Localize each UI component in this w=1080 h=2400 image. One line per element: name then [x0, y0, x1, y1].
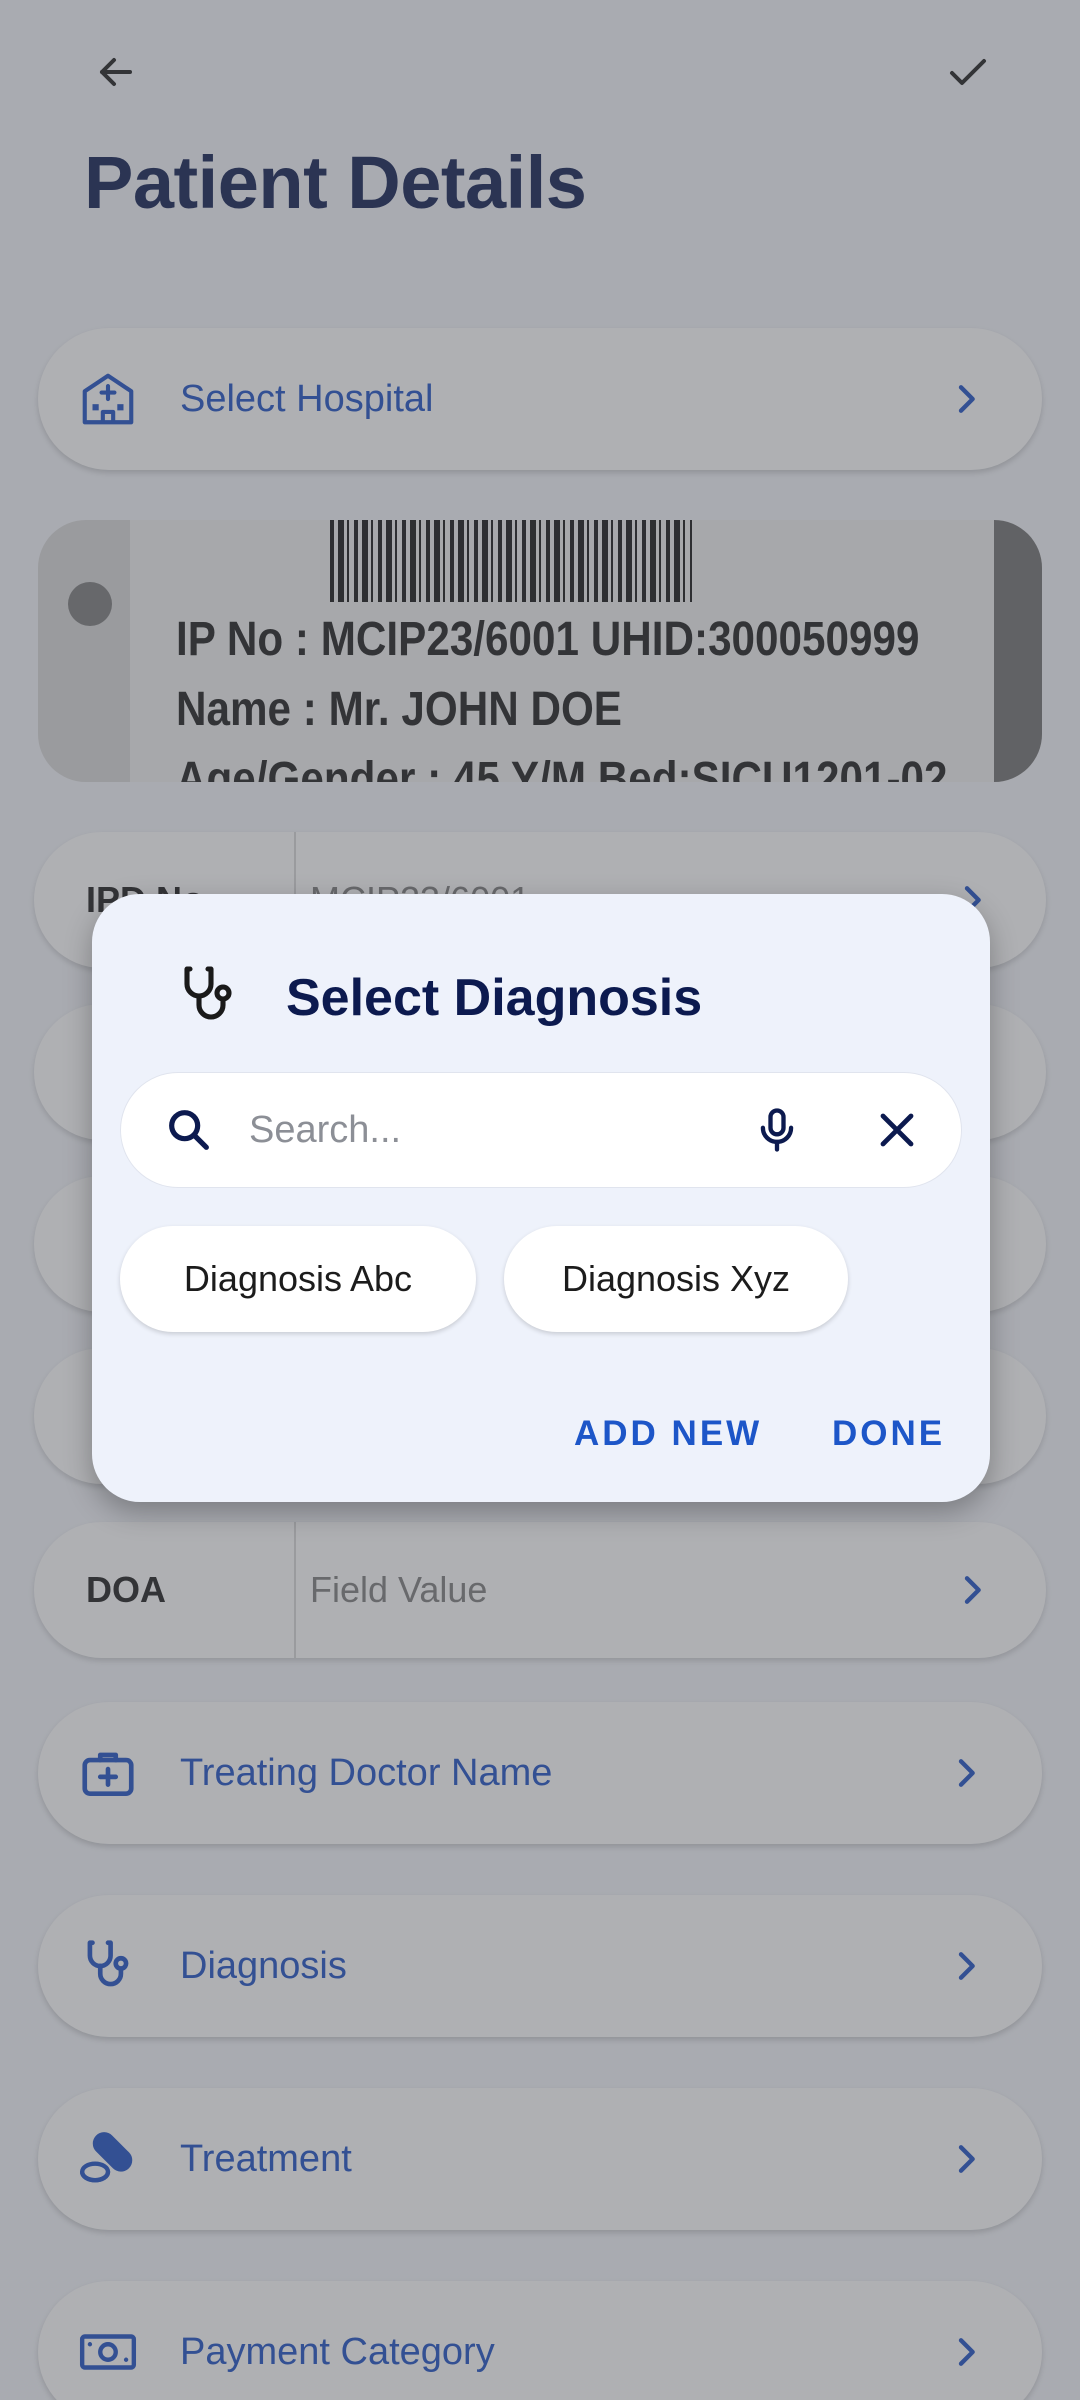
search-input[interactable] [249, 1108, 751, 1152]
search-icon [169, 1110, 209, 1150]
done-button[interactable]: DONE [832, 1414, 945, 1454]
add-new-button[interactable]: ADD NEW [574, 1414, 762, 1454]
dialog-title: Select Diagnosis [286, 969, 703, 1027]
diagnosis-chip[interactable]: Diagnosis Xyz [504, 1226, 848, 1332]
microphone-icon[interactable] [751, 1104, 803, 1156]
diagnosis-chip[interactable]: Diagnosis Abc [120, 1226, 476, 1332]
diagnosis-search-bar [120, 1072, 962, 1188]
stethoscope-icon [184, 966, 232, 1020]
select-diagnosis-dialog: Select Diagnosis Diagnosis Abc Diagnosis… [92, 894, 990, 1502]
close-icon[interactable] [873, 1106, 921, 1154]
